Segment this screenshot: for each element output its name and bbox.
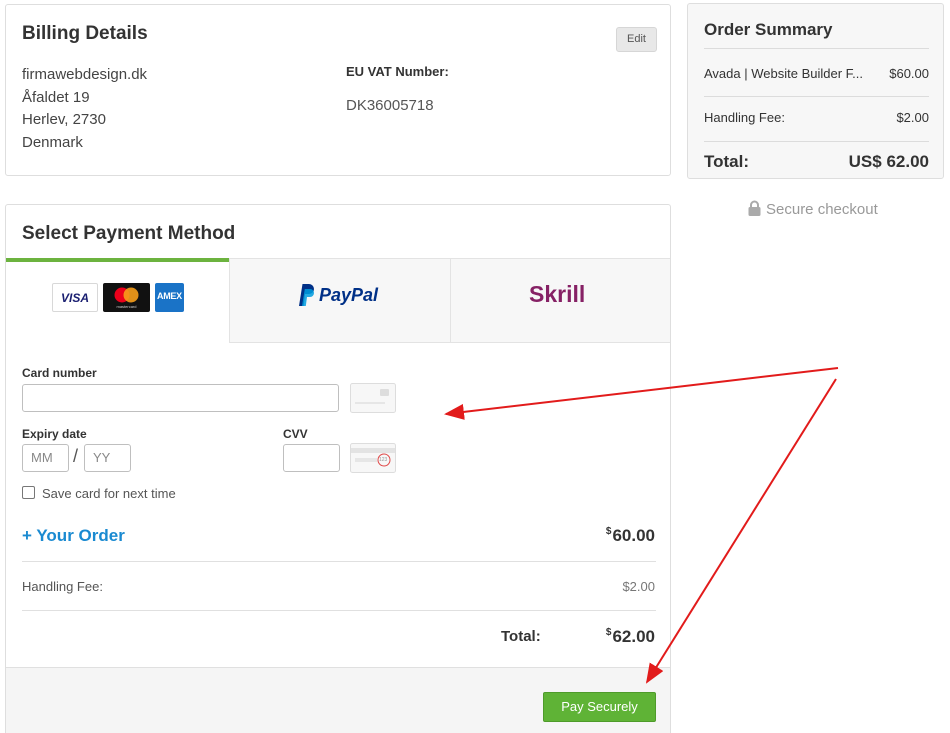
- payment-method-panel: Select Payment Method VISA mastercard AM…: [5, 204, 671, 733]
- payment-title: Select Payment Method: [22, 223, 236, 244]
- arrow-to-pay-button: [645, 378, 837, 684]
- summary-item-name: Avada | Website Builder F...: [704, 66, 863, 81]
- tab-skrill[interactable]: Skrill: [450, 258, 670, 343]
- order-summary-panel: Order Summary Avada | Website Builder F.…: [687, 3, 944, 179]
- skrill-logo: Skrill: [529, 281, 586, 307]
- divider: [704, 48, 929, 49]
- visa-logo: VISA: [52, 283, 98, 312]
- save-card-label: Save card for next time: [42, 486, 176, 501]
- divider: [22, 561, 656, 562]
- summary-total-label: Total:: [704, 152, 750, 171]
- address-line: Denmark: [22, 133, 83, 151]
- order-amount: $60.00: [606, 526, 655, 546]
- cvv-input[interactable]: [283, 444, 340, 472]
- summary-title: Order Summary: [704, 20, 833, 39]
- summary-fee-label: Handling Fee:: [704, 110, 785, 125]
- expiry-label: Expiry date: [22, 427, 87, 441]
- total-label: Total:: [501, 628, 541, 645]
- summary-item-row: Avada | Website Builder F... $60.00: [704, 66, 929, 81]
- summary-item-price: $60.00: [889, 66, 929, 81]
- your-order-toggle[interactable]: + Your Order: [22, 526, 125, 546]
- billing-details-panel: Billing Details Edit firmawebdesign.dk Å…: [5, 4, 671, 176]
- card-number-label: Card number: [22, 366, 97, 380]
- address-line: Åfaldet 19: [22, 88, 90, 106]
- summary-total-row: Total: US$ 62.00: [704, 152, 929, 172]
- total-currency: $: [605, 627, 612, 638]
- vat-label: EU VAT Number:: [346, 64, 449, 79]
- billing-title: Billing Details: [22, 23, 148, 44]
- divider: [22, 610, 656, 611]
- card-number-input[interactable]: [22, 384, 339, 412]
- summary-total-value: US$ 62.00: [848, 152, 929, 171]
- pay-securely-button[interactable]: Pay Securely: [543, 692, 656, 722]
- cvv-label: CVV: [283, 427, 308, 441]
- card-front-icon: [350, 383, 396, 418]
- address-line: firmawebdesign.dk: [22, 66, 148, 83]
- expiry-slash: /: [73, 446, 79, 466]
- billing-address: firmawebdesign.dk Åfaldet 19 Herlev, 273…: [22, 64, 147, 154]
- vat-value: DK36005718: [346, 97, 434, 114]
- total-amount: $62.00: [606, 627, 655, 647]
- divider: [704, 141, 929, 142]
- secure-checkout-label: Secure checkout: [766, 201, 878, 218]
- order-amount-value: 60.00: [612, 526, 655, 545]
- divider: [704, 96, 929, 97]
- card-back-icon: 123: [350, 443, 396, 478]
- lock-icon: [748, 200, 761, 220]
- amex-logo: AMEX: [155, 283, 184, 312]
- handling-fee-label: Handling Fee:: [22, 579, 103, 594]
- paypal-text: PayPal: [319, 285, 379, 305]
- paypal-p-icon: [299, 284, 314, 306]
- save-card-checkbox[interactable]: [22, 486, 35, 499]
- payment-tabs: VISA mastercard AMEX PayPal Skrill: [6, 258, 670, 343]
- payment-footer: Pay Securely: [6, 667, 670, 733]
- tab-paypal[interactable]: PayPal: [229, 258, 450, 343]
- summary-fee-value: $2.00: [896, 110, 929, 125]
- tab-cards[interactable]: VISA mastercard AMEX: [6, 258, 229, 343]
- handling-fee-value: $2.00: [622, 579, 655, 594]
- order-currency: $: [605, 526, 612, 537]
- edit-button[interactable]: Edit: [616, 27, 657, 52]
- address-line: Herlev, 2730: [22, 111, 106, 128]
- mastercard-logo: mastercard: [103, 283, 150, 312]
- summary-fee-row: Handling Fee: $2.00: [704, 110, 929, 125]
- expiry-year-input[interactable]: YY: [84, 444, 131, 472]
- secure-checkout: Secure checkout: [748, 200, 878, 220]
- total-amount-value: 62.00: [612, 627, 655, 646]
- expiry-month-input[interactable]: MM: [22, 444, 69, 472]
